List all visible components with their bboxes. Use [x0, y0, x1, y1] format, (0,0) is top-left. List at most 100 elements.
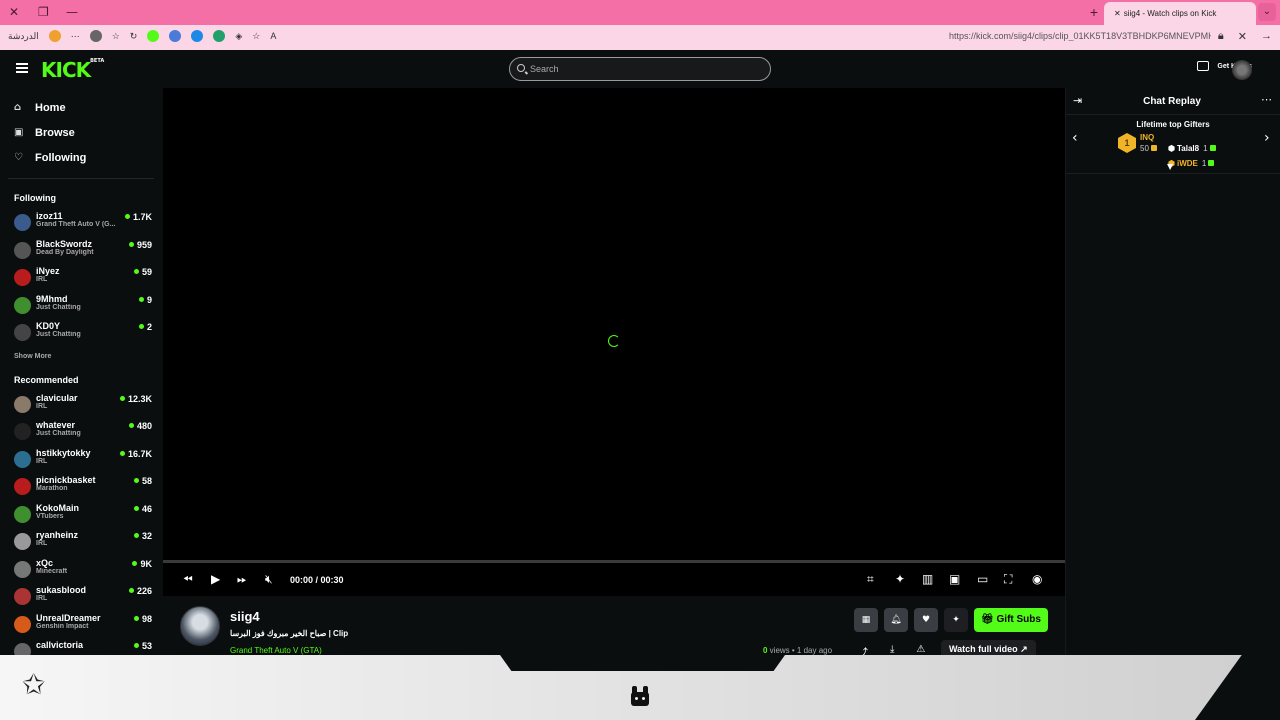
- sidebar-channel[interactable]: xQc Minecraft 9K: [0, 556, 162, 584]
- heart-icon: ♡: [14, 152, 23, 163]
- tab-close-icon[interactable]: ✕: [1114, 9, 1121, 18]
- gifter-name: Talal8: [1176, 144, 1200, 153]
- notification-bell-icon[interactable]: 🔔︎: [884, 608, 908, 632]
- refresh-icon[interactable]: ↻: [130, 31, 138, 42]
- read-aloud-icon[interactable]: A: [270, 31, 276, 41]
- channel-avatar: [14, 269, 31, 286]
- nav-home[interactable]: ⌂ Home: [0, 95, 162, 120]
- viewer-count: 1.7K: [125, 212, 152, 222]
- window-restore-icon[interactable]: ❐: [38, 5, 49, 19]
- pip-icon[interactable]: ▣: [949, 572, 960, 586]
- sidebar-channel[interactable]: BlackSwordz Dead By Daylight 959: [0, 237, 162, 265]
- gifter-count: 50: [1140, 144, 1157, 153]
- streamer-name[interactable]: siig4: [230, 609, 260, 624]
- sidebar-channel[interactable]: iNyez IRL 59: [0, 264, 162, 292]
- forward-icon[interactable]: →: [1261, 30, 1272, 43]
- extension-icon[interactable]: [48, 30, 61, 42]
- expand-gifters-icon[interactable]: ▼: [1167, 162, 1173, 171]
- sidebar-channel[interactable]: ryanheinz IRL 32: [0, 528, 162, 556]
- show-more-button[interactable]: Show More: [0, 347, 162, 371]
- profile-icon[interactable]: [89, 30, 102, 42]
- rewind-icon[interactable]: ⏪︎: [183, 572, 193, 587]
- gift-subs-button[interactable]: 🎁︎ Gift Subs: [974, 608, 1048, 632]
- chevron-right-icon[interactable]: ›: [1264, 130, 1270, 146]
- viewer-count: 53: [134, 641, 152, 651]
- autoplay-icon[interactable]: ◉: [1032, 572, 1042, 586]
- channel-avatar: [14, 450, 31, 468]
- fast-forward-icon[interactable]: ⏩︎: [237, 572, 247, 587]
- browser-tab[interactable]: ✕ siig4 - Watch clips on Kick: [1104, 2, 1256, 25]
- tab-list-button[interactable]: ⌄: [1258, 3, 1276, 21]
- gifter-third[interactable]: ⬢ iWDE 1: [1168, 159, 1215, 168]
- sparkle-action-icon[interactable]: ✦: [944, 608, 968, 632]
- star-icon[interactable]: ✩: [22, 671, 45, 699]
- window-close-icon[interactable]: ✕: [9, 5, 19, 19]
- menu-icon[interactable]: [16, 63, 28, 73]
- translate-icon[interactable]: [169, 30, 182, 42]
- theater-icon[interactable]: ▭: [977, 572, 988, 586]
- sidebar-channel[interactable]: hstikkytokky IRL 16.7K: [0, 446, 162, 474]
- crop-icon[interactable]: ⌗: [867, 572, 874, 587]
- fullscreen-icon[interactable]: ⛶: [1004, 572, 1012, 587]
- nav-browse[interactable]: ▣ Browse: [0, 120, 162, 145]
- mute-icon[interactable]: 🔇︎: [265, 572, 273, 587]
- rabbit-icon[interactable]: [631, 686, 649, 706]
- lock-icon[interactable]: 🔒︎: [1218, 30, 1224, 43]
- chat-more-icon[interactable]: ⋯: [1261, 93, 1272, 106]
- window-minimize-icon[interactable]: —: [66, 5, 78, 19]
- kick-logo[interactable]: KICKBETA: [41, 58, 104, 82]
- channel-avatar: [14, 560, 31, 578]
- collections-icon[interactable]: ◈: [235, 31, 242, 42]
- nav-following[interactable]: ♡ Following: [0, 145, 162, 170]
- search-input[interactable]: [530, 62, 760, 76]
- logo-text: KICK: [41, 58, 91, 82]
- favorites-icon[interactable]: ☆: [112, 31, 120, 42]
- channel-avatar: [14, 423, 31, 440]
- top-gifters: Lifetime top Gifters ‹ › 1 INQ 50 ⬢ Talal…: [1066, 120, 1280, 174]
- streamer-avatar[interactable]: [180, 606, 220, 646]
- kick-extension-icon[interactable]: [147, 30, 160, 42]
- more-icon[interactable]: ⋯: [71, 31, 80, 42]
- sparkle-icon[interactable]: ✦: [895, 572, 905, 586]
- stats-icon[interactable]: ▥: [922, 572, 933, 586]
- sidebar-channel[interactable]: clavicular IRL 12.3K: [0, 391, 162, 419]
- kicks-icon[interactable]: [1197, 61, 1210, 71]
- channel-avatar: [14, 533, 31, 550]
- favorite-star-icon[interactable]: ☆: [252, 31, 260, 42]
- chevron-left-icon[interactable]: ‹: [1072, 130, 1078, 146]
- sidebar-channel[interactable]: KD0Y Just Chatting 2: [0, 319, 162, 347]
- views-label: views • 1 day ago: [767, 646, 833, 655]
- viewer-count: 2: [139, 322, 152, 332]
- sidebar-channel[interactable]: sukasblood IRL 226: [0, 583, 162, 611]
- chat-shortcut-label[interactable]: الدردشة: [8, 31, 39, 42]
- channel-name: KD0Y: [36, 321, 61, 331]
- sidebar-channel[interactable]: UnrealDreamer Genshin Impact 98: [0, 611, 162, 639]
- sidebar-channel[interactable]: whatever Just Chatting 480: [0, 418, 162, 446]
- channel-name: callvictoria: [36, 640, 84, 650]
- clip-game-link[interactable]: Grand Theft Auto V (GTA): [230, 646, 322, 655]
- channel-name: iNyez: [36, 266, 60, 276]
- edge-icon[interactable]: [191, 30, 204, 42]
- site-header: KICKBETA Get KICKs: [0, 50, 1280, 88]
- close-icon[interactable]: ✕: [1238, 30, 1247, 43]
- sidebar-channel[interactable]: izoz11 Grand Theft Auto V (G... 1.7K: [0, 209, 162, 237]
- user-avatar[interactable]: [1232, 60, 1252, 80]
- sidebar-channel[interactable]: KokoMain VTubers 46: [0, 501, 162, 529]
- home-icon: ⌂: [14, 102, 22, 113]
- sidebar-channel[interactable]: callvictoria 53: [0, 638, 162, 655]
- new-tab-button[interactable]: +: [1090, 4, 1098, 20]
- favorite-heart-icon[interactable]: ♥: [914, 608, 938, 632]
- url-field[interactable]: https://kick.com/siig4/clips/clip_01KK5T…: [949, 31, 1211, 41]
- sidebar-channel[interactable]: picnickbasket Marathon 58: [0, 473, 162, 501]
- video-player[interactable]: ⏪︎ ▶︎ ⏩︎ 🔇︎ 00:00 / 00:30 ⌗ ✦ ▥ ▣ ▭ ⛶ ◉: [163, 88, 1065, 596]
- progress-bar[interactable]: [163, 560, 1065, 563]
- channel-avatar: [14, 324, 31, 341]
- play-icon[interactable]: ▶︎: [211, 572, 220, 586]
- viewer-count: 959: [129, 240, 152, 250]
- search-bar[interactable]: [509, 57, 771, 81]
- clip-action-icon[interactable]: ▦: [854, 608, 878, 632]
- gifter-second[interactable]: ⬢ Talal8 1: [1168, 144, 1216, 153]
- address-bar: الدردشة ⋯ ☆ ↻ ◈ ☆ A https://kick.com/sii…: [0, 25, 1280, 50]
- chatgpt-icon[interactable]: [213, 30, 226, 42]
- sidebar-channel[interactable]: 9Mhmd Just Chatting 9: [0, 292, 162, 320]
